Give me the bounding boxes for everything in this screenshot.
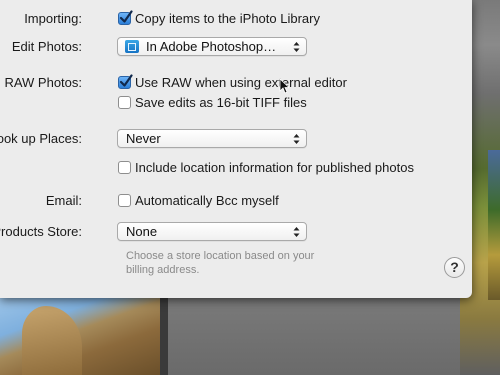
background-photo-thumbnail: [0, 298, 160, 375]
raw-photos-label: RAW Photos:: [4, 75, 82, 90]
products-store-hint-line2: billing address.: [126, 264, 200, 276]
preferences-advanced-panel: Importing: Copy items to the iPhoto Libr…: [0, 0, 472, 298]
popup-arrows-icon: [293, 134, 300, 144]
look-up-places-popup[interactable]: Never: [117, 129, 307, 148]
save-tiff-checkbox[interactable]: [118, 96, 131, 109]
edit-photos-label: Edit Photos:: [11, 39, 82, 54]
popup-arrows-icon: [293, 227, 300, 237]
email-label: Email:: [45, 193, 82, 208]
copy-items-label[interactable]: Copy items to the iPhoto Library: [135, 11, 320, 26]
look-up-places-value: Never: [126, 131, 161, 146]
background-shadow: [160, 298, 168, 375]
photoshop-app-icon: [125, 40, 139, 53]
use-raw-label[interactable]: Use RAW when using external editor: [135, 75, 347, 90]
checkmark-icon: [119, 74, 133, 87]
checkmark-icon: [119, 10, 133, 23]
products-store-popup[interactable]: None: [117, 222, 307, 241]
help-icon: ?: [450, 259, 459, 275]
location-info-label[interactable]: Include location information for publish…: [135, 160, 414, 175]
background-area: [160, 298, 460, 375]
help-button[interactable]: ?: [444, 257, 465, 278]
save-tiff-label[interactable]: Save edits as 16-bit TIFF files: [135, 95, 307, 110]
look-up-places-label: Look up Places:: [0, 131, 82, 146]
mouse-cursor-icon: [279, 78, 289, 94]
location-info-checkbox[interactable]: [118, 161, 131, 174]
copy-items-checkbox[interactable]: [118, 10, 133, 25]
products-store-value: None: [126, 224, 158, 239]
edit-photos-value: In Adobe Photoshop…: [146, 39, 277, 54]
products-store-hint-line1: Choose a store location based on your: [126, 250, 315, 262]
auto-bcc-label[interactable]: Automatically Bcc myself: [135, 193, 279, 208]
auto-bcc-checkbox[interactable]: [118, 194, 131, 207]
background-photo-thumbnail: [488, 150, 500, 300]
products-store-label: nt Products Store:: [0, 224, 82, 239]
popup-arrows-icon: [293, 42, 300, 52]
importing-label: Importing:: [24, 11, 82, 26]
use-raw-checkbox[interactable]: [118, 74, 133, 89]
edit-photos-popup[interactable]: In Adobe Photoshop…: [117, 37, 307, 56]
